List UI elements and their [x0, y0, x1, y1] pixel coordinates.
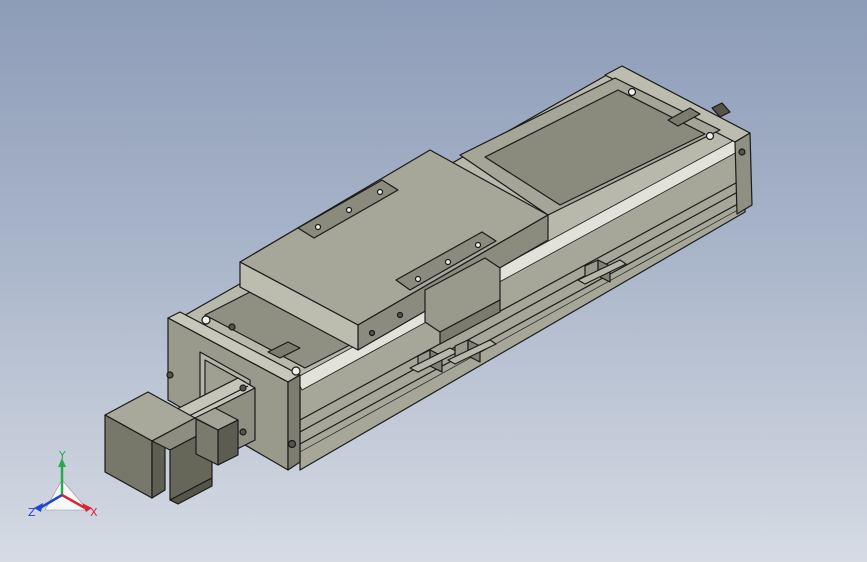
coordinate-triad: Y X Z	[28, 449, 98, 519]
y-axis-label: Y	[58, 449, 66, 462]
z-axis-label: Z	[28, 506, 36, 519]
model-view[interactable]: Y X Z	[0, 0, 867, 562]
graphics-viewport[interactable]: Y X Z	[0, 0, 867, 562]
x-axis-label: X	[90, 506, 98, 519]
